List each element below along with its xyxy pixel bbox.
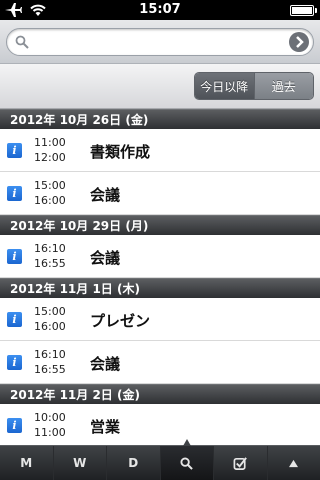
info-icon[interactable]: i — [7, 418, 22, 433]
start-time: 15:00 — [34, 305, 66, 318]
event-times: 15:00 16:00 — [34, 304, 66, 334]
event-title: 会議 — [90, 249, 121, 267]
filter-bar: 今日以降 過去 — [0, 64, 320, 109]
section-header: 2012年 10月 29日 (月) — [0, 215, 320, 235]
event-times: 11:00 12:00 — [34, 135, 66, 165]
event-row[interactable]: i 15:00 16:00 会議 — [0, 172, 320, 215]
battery-icon — [290, 5, 317, 16]
event-times: 16:10 16:55 — [34, 347, 66, 377]
event-row[interactable]: i 15:00 16:00 プレゼン — [0, 298, 320, 341]
event-title: 会議 — [90, 186, 121, 204]
event-title: 営業 — [90, 418, 121, 436]
search-icon — [180, 456, 194, 470]
event-times: 16:10 16:55 — [34, 241, 66, 271]
section-header: 2012年 10月 26日 (金) — [0, 109, 320, 129]
section-header: 2012年 11月 1日 (木) — [0, 278, 320, 298]
chevron-right-icon — [296, 36, 304, 48]
date-filter-segmented-control: 今日以降 過去 — [194, 72, 314, 100]
start-time: 16:10 — [34, 242, 66, 255]
tab-todo[interactable] — [214, 446, 268, 480]
info-icon[interactable]: i — [7, 249, 22, 264]
segment-upcoming[interactable]: 今日以降 — [195, 73, 254, 99]
end-time: 16:00 — [34, 320, 66, 333]
tab-month[interactable]: M — [0, 446, 54, 480]
end-time: 16:55 — [34, 363, 66, 376]
end-time: 16:00 — [34, 194, 66, 207]
info-icon[interactable]: i — [7, 186, 22, 201]
status-bar: 15:07 — [0, 0, 320, 20]
tab-day[interactable]: D — [107, 446, 161, 480]
up-arrow-icon — [289, 459, 299, 467]
start-time: 16:10 — [34, 348, 66, 361]
search-icon — [15, 35, 29, 49]
tab-scroll-top[interactable] — [268, 446, 320, 480]
event-times: 10:00 11:00 — [34, 410, 66, 440]
info-icon[interactable]: i — [7, 143, 22, 158]
search-field[interactable] — [6, 28, 314, 56]
event-title: 書類作成 — [90, 143, 151, 161]
start-time: 10:00 — [34, 411, 66, 424]
tab-search[interactable] — [160, 439, 214, 480]
start-time: 15:00 — [34, 179, 66, 192]
start-time: 11:00 — [34, 136, 66, 149]
go-button[interactable] — [289, 32, 309, 52]
event-title: プレゼン — [90, 312, 151, 330]
event-row[interactable]: i 11:00 12:00 書類作成 — [0, 129, 320, 172]
status-time: 15:07 — [139, 2, 181, 17]
search-bar — [0, 20, 320, 64]
section-header: 2012年 11月 2日 (金) — [0, 384, 320, 404]
event-row[interactable]: i 10:00 11:00 営業 — [0, 404, 320, 445]
end-time: 16:55 — [34, 257, 66, 270]
info-icon[interactable]: i — [7, 312, 22, 327]
tab-week[interactable]: W — [54, 446, 107, 480]
event-title: 会議 — [90, 355, 121, 373]
checkbox-icon — [233, 456, 247, 470]
search-input[interactable] — [33, 32, 283, 52]
event-list: 2012年 10月 26日 (金) i 11:00 12:00 書類作成 i 1… — [0, 109, 320, 445]
event-row[interactable]: i 16:10 16:55 会議 — [0, 235, 320, 278]
event-row[interactable]: i 16:10 16:55 会議 — [0, 341, 320, 384]
info-icon[interactable]: i — [7, 355, 22, 370]
end-time: 12:00 — [34, 151, 66, 164]
end-time: 11:00 — [34, 426, 66, 439]
segment-past[interactable]: 過去 — [253, 73, 313, 99]
tab-bar: M W D — [0, 439, 320, 480]
event-times: 15:00 16:00 — [34, 178, 66, 208]
